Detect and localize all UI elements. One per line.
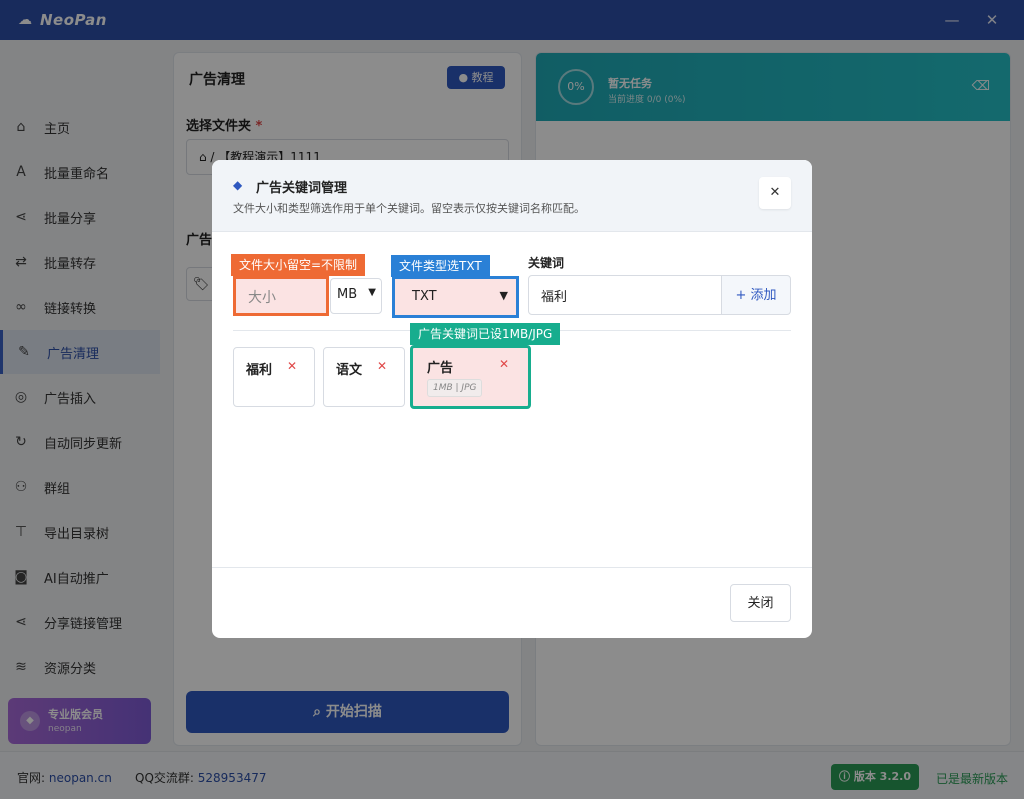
- keyword-card: 福利 ✕: [233, 347, 315, 407]
- modal-header: ◆ 广告关键词管理 文件大小和类型筛选作用于单个关键词。留空表示仅按关键词名称匹…: [212, 160, 812, 232]
- keyword-name: 广告: [427, 361, 454, 376]
- add-keyword-button[interactable]: + 添加: [721, 275, 791, 315]
- unit-value: MB: [337, 287, 358, 302]
- keyword-name: 语文: [336, 363, 363, 378]
- keyword-annotation: 广告关键词已设1MB/JPG: [410, 323, 561, 345]
- modal-description: 文件大小和类型筛选作用于单个关键词。留空表示仅按关键词名称匹配。: [233, 202, 585, 215]
- keyword-card: 广告 ✕ 1MB | JPG: [410, 345, 531, 409]
- modal-title: 广告关键词管理: [256, 181, 348, 196]
- chevron-down-icon: ▼: [499, 289, 508, 302]
- footer-divider: [212, 567, 812, 568]
- type-select[interactable]: TXT ▼: [392, 276, 519, 318]
- keyword-input[interactable]: 福利: [528, 275, 722, 315]
- size-input[interactable]: 大小: [233, 276, 329, 316]
- chevron-down-icon: ▼: [368, 287, 376, 298]
- keyword-card: 语文 ✕: [323, 347, 405, 407]
- modal-close-icon[interactable]: ✕: [759, 177, 791, 209]
- type-annotation: 文件类型选TXT: [391, 255, 490, 277]
- type-value: TXT: [412, 289, 437, 304]
- keyword-modal: ◆ 广告关键词管理 文件大小和类型筛选作用于单个关键词。留空表示仅按关键词名称匹…: [212, 160, 812, 638]
- remove-keyword-icon[interactable]: ✕: [499, 357, 509, 371]
- keyword-label: 关键词: [528, 256, 565, 270]
- remove-keyword-icon[interactable]: ✕: [377, 359, 387, 373]
- unit-select[interactable]: MB ▼: [330, 278, 382, 314]
- remove-keyword-icon[interactable]: ✕: [287, 359, 297, 373]
- size-annotation: 文件大小留空=不限制: [231, 254, 366, 276]
- keyword-filter-badge: 1MB | JPG: [427, 379, 483, 397]
- close-button[interactable]: 关闭: [730, 584, 791, 622]
- keyword-name: 福利: [246, 363, 273, 378]
- tags-icon: ◆: [233, 178, 243, 192]
